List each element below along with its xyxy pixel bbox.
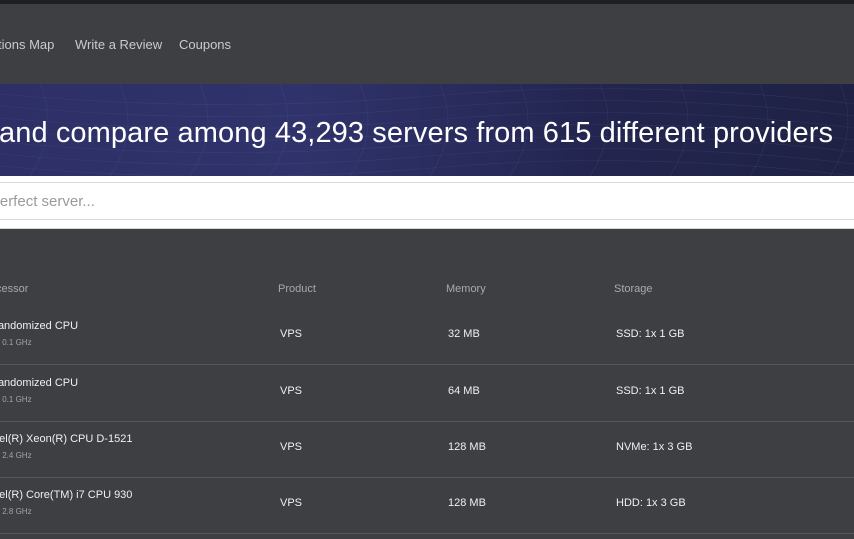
storage-cell: NVMe: 1x 3 GB (616, 441, 693, 453)
header-storage[interactable]: Storage (614, 283, 653, 295)
table-row[interactable]: Randomized CPU re at 0.1 GHz VPS 32 MB S… (0, 308, 854, 365)
table-row[interactable]: ntel(R) Core(TM) i7 CPU 930 re at 2.8 GH… (0, 477, 854, 534)
cpu-frequency: re at 2.8 GHz (0, 507, 32, 516)
table-row[interactable]: Randomized CPU re at 0.1 GHz VPS 64 MB S… (0, 365, 854, 422)
product-cell: VPS (280, 328, 303, 340)
hero-title: ch and compare among 43,293 servers from… (0, 117, 834, 149)
nav-link-write-review[interactable]: Write a Review (75, 37, 162, 52)
cpu-name: Randomized CPU (0, 320, 79, 332)
cpu-frequency: re at 0.1 GHz (0, 395, 32, 404)
product-cell: VPS (280, 497, 303, 509)
cpu-frequency: re at 0.1 GHz (0, 338, 32, 347)
nav-link-locations-map[interactable]: tions Map (0, 37, 54, 52)
nav-link-coupons[interactable]: Coupons (179, 37, 231, 52)
storage-cell: HDD: 1x 3 GB (616, 497, 686, 509)
cpu-name: Randomized CPU (0, 377, 79, 389)
cpu-name: ntel(R) Xeon(R) CPU D-1521 (0, 433, 133, 445)
search-input[interactable] (0, 182, 854, 220)
storage-cell: SSD: 1x 1 GB (616, 385, 685, 397)
search-bar (0, 176, 854, 229)
header-memory[interactable]: Memory (446, 283, 486, 295)
memory-cell: 128 MB (448, 441, 486, 453)
header-product[interactable]: Product (278, 283, 316, 295)
navbar: tions Map Write a Review Coupons (0, 4, 854, 84)
cpu-name: ntel(R) Core(TM) i7 CPU 930 (0, 489, 133, 501)
storage-cell: SSD: 1x 1 GB (616, 328, 685, 340)
product-cell: VPS (280, 441, 303, 453)
table-row[interactable]: ntel(R) Xeon(R) CPU D-1521 re at 2.4 GHz… (0, 421, 854, 478)
hero-banner: ch and compare among 43,293 servers from… (0, 84, 854, 176)
memory-cell: 128 MB (448, 497, 486, 509)
product-cell: VPS (280, 385, 303, 397)
cpu-frequency: re at 2.4 GHz (0, 451, 32, 460)
memory-cell: 32 MB (448, 328, 480, 340)
memory-cell: 64 MB (448, 385, 480, 397)
header-processor[interactable]: cessor (0, 283, 28, 295)
